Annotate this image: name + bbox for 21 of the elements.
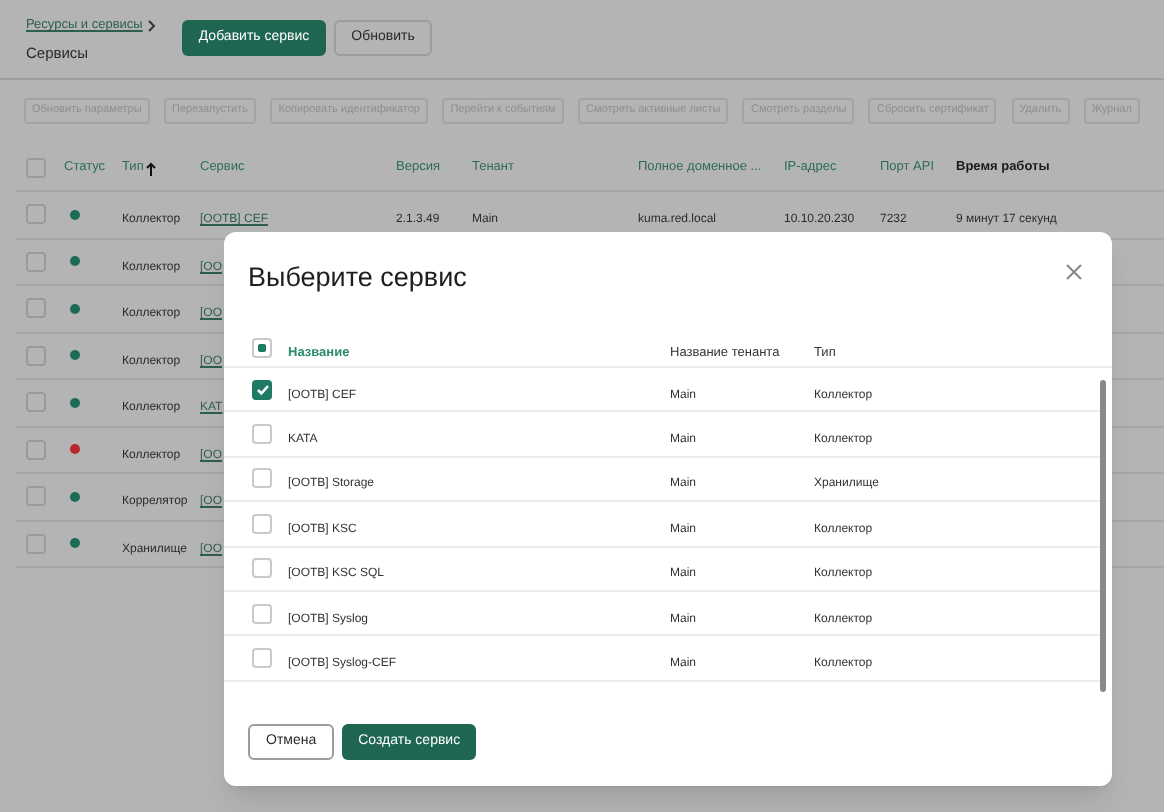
checkbox[interactable] xyxy=(252,648,272,669)
chevron-right-icon xyxy=(148,19,157,32)
checkbox[interactable] xyxy=(26,439,46,460)
scrollbar[interactable] xyxy=(1100,380,1106,692)
checkbox[interactable] xyxy=(26,158,46,178)
checkbox[interactable] xyxy=(26,298,46,319)
checkbox[interactable] xyxy=(252,603,272,624)
close-button[interactable] xyxy=(1064,262,1084,282)
checkbox[interactable] xyxy=(252,424,272,445)
checkbox[interactable] xyxy=(26,345,46,366)
checkbox[interactable] xyxy=(252,468,272,489)
checkbox[interactable] xyxy=(252,337,272,357)
checkbox[interactable] xyxy=(252,558,272,579)
dialog-title: Выберите сервис xyxy=(248,260,467,296)
checkbox[interactable] xyxy=(252,379,272,400)
checkbox[interactable] xyxy=(26,392,46,413)
checkbox[interactable] xyxy=(252,513,272,534)
checkbox[interactable] xyxy=(26,486,46,507)
checkbox[interactable] xyxy=(26,251,46,272)
checkbox[interactable] xyxy=(26,204,46,225)
checkbox[interactable] xyxy=(26,533,46,554)
